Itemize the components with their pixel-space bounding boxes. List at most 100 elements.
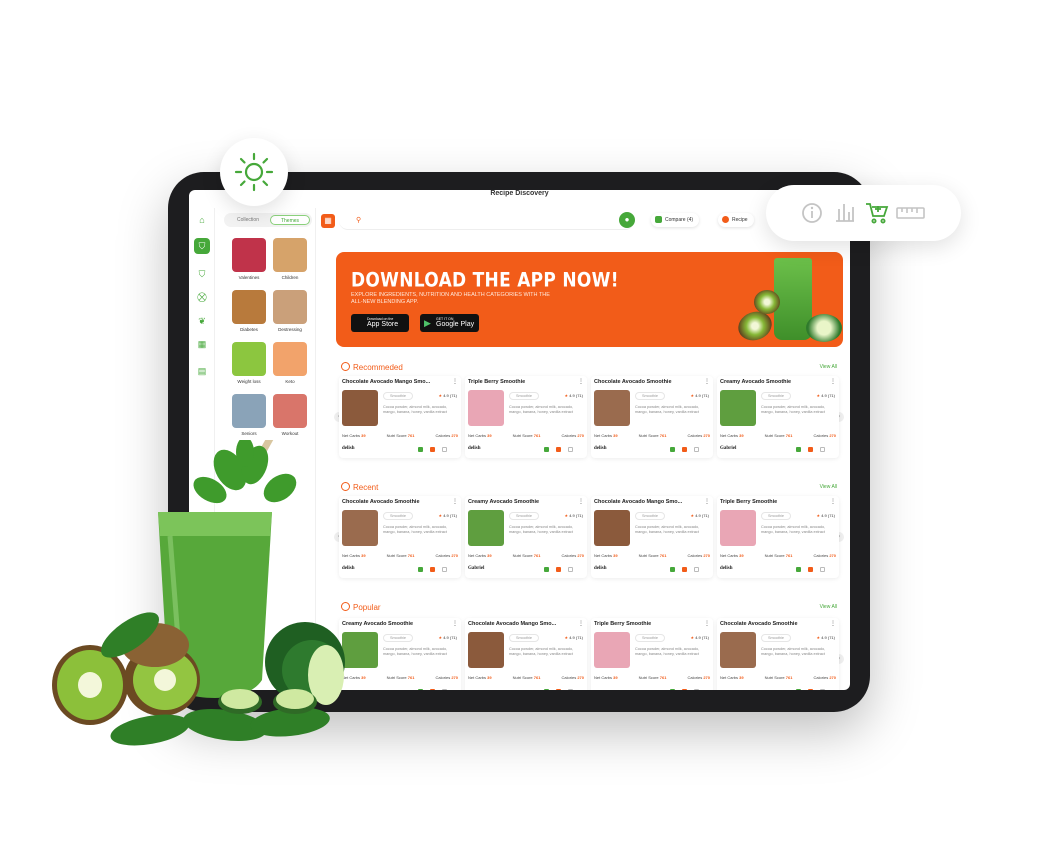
blend-icon[interactable]	[544, 689, 549, 690]
bookmark-icon[interactable]	[682, 447, 687, 452]
comment-icon[interactable]	[442, 689, 447, 690]
theme-card[interactable]: Weight loss	[232, 342, 266, 384]
comment-icon[interactable]	[568, 567, 573, 572]
theme-toggle-bubble[interactable]	[220, 138, 288, 206]
comment-icon[interactable]	[442, 447, 447, 452]
cart-icon[interactable]: ⛒	[196, 291, 208, 303]
blend-icon[interactable]	[796, 689, 801, 690]
recipe-button[interactable]: Recipe	[718, 213, 754, 227]
blend-icon[interactable]	[418, 689, 423, 690]
bookmark-icon[interactable]	[556, 447, 561, 452]
view-all-link[interactable]: View All	[820, 484, 837, 490]
net-carbs: Net Carbs 39	[468, 675, 492, 680]
comment-icon[interactable]	[694, 689, 699, 690]
blend-icon[interactable]	[418, 567, 423, 572]
bookmark-icon[interactable]	[682, 567, 687, 572]
more-menu-icon[interactable]: ⋮	[452, 378, 458, 385]
leaf-icon[interactable]: ❦	[196, 315, 208, 327]
star-icon: ★	[816, 635, 821, 640]
calories: Calories 270	[562, 553, 584, 558]
comment-icon[interactable]	[820, 689, 825, 690]
bookmark-icon[interactable]	[556, 689, 561, 690]
bookmark-icon[interactable]	[808, 447, 813, 452]
comment-icon[interactable]	[568, 447, 573, 452]
comment-icon[interactable]	[820, 447, 825, 452]
theme-card[interactable]: Workout	[273, 394, 307, 436]
more-menu-icon[interactable]: ⋮	[578, 378, 584, 385]
grid-icon[interactable]: ▦	[196, 338, 208, 350]
bookmark-icon[interactable]	[808, 689, 813, 690]
search-bar[interactable]: ⚲	[339, 212, 634, 230]
calendar-icon[interactable]: ▤	[196, 365, 208, 377]
recipe-card[interactable]: Creamy Avocado Smoothie ⋮ Smoothie ★ 4.9 (7…	[339, 618, 461, 690]
more-menu-icon[interactable]: ⋮	[830, 620, 836, 627]
view-all-link[interactable]: View All	[820, 604, 837, 610]
more-menu-icon[interactable]: ⋮	[704, 620, 710, 627]
recipe-card[interactable]: Chocolate Avocado Smoothie ⋮ Smoothie ★ 4.9…	[717, 618, 839, 690]
comment-icon[interactable]	[568, 689, 573, 690]
blend-icon[interactable]	[796, 567, 801, 572]
recipe-card[interactable]: Chocolate Avocado Smoothie ⋮ Smoothie ★ 4.9…	[339, 496, 461, 578]
theme-card[interactable]: Keto	[273, 342, 307, 384]
theme-card[interactable]: Destressing	[273, 290, 307, 332]
ruler-icon[interactable]	[896, 207, 925, 219]
net-carbs-value: 39	[361, 553, 366, 558]
tab-themes[interactable]: Themes	[270, 215, 310, 225]
blender-icon[interactable]: ⛉	[194, 238, 210, 254]
compare-button[interactable]: Compare (4)	[651, 213, 700, 227]
microphone-icon[interactable]: ●	[619, 212, 635, 228]
recipe-card[interactable]: Creamy Avocado Smoothie ⋮ Smoothie ★ 4.9 (7…	[717, 376, 839, 458]
recipe-card[interactable]: Chocolate Avocado Mango Smo... ⋮ Smoothie ★…	[339, 376, 461, 458]
more-menu-icon[interactable]: ⋮	[452, 498, 458, 505]
home-icon[interactable]: ⌂	[196, 214, 208, 226]
app-store-button[interactable]: Download on the App Store	[351, 314, 409, 332]
chart-icon[interactable]	[836, 204, 854, 222]
theme-card[interactable]: Diabetes	[232, 290, 266, 332]
bookmark-icon[interactable]	[430, 447, 435, 452]
recipe-card[interactable]: Chocolate Avocado Mango Smo... ⋮ Smoothie ★…	[591, 496, 713, 578]
comment-icon[interactable]	[820, 567, 825, 572]
recipe-card[interactable]: Chocolate Avocado Mango Smo... ⋮ Smoothie ★…	[465, 618, 587, 690]
recipe-card[interactable]: Triple Berry Smoothie ⋮ Smoothie ★ 4.9 (71)…	[591, 618, 713, 690]
blend-icon[interactable]	[544, 567, 549, 572]
category-tag: Smoothie	[383, 512, 413, 520]
blend-icon[interactable]	[670, 447, 675, 452]
blend-icon[interactable]	[670, 567, 675, 572]
more-menu-icon[interactable]: ⋮	[704, 498, 710, 505]
nutri-score-label: Nutri Score	[512, 675, 533, 680]
bookmark-icon[interactable]	[430, 567, 435, 572]
more-menu-icon[interactable]: ⋮	[578, 498, 584, 505]
more-menu-icon[interactable]: ⋮	[578, 620, 584, 627]
theme-card[interactable]: Children	[273, 238, 307, 280]
theme-card[interactable]: Seniors	[232, 394, 266, 436]
cart-plus-icon[interactable]	[866, 203, 889, 224]
blend-icon[interactable]	[670, 689, 675, 690]
bookmark-icon[interactable]	[808, 567, 813, 572]
comment-icon[interactable]	[442, 567, 447, 572]
tab-collection[interactable]: Collection	[226, 215, 270, 225]
recipe-card[interactable]: Triple Berry Smoothie ⋮ Smoothie ★ 4.9 (71)…	[465, 376, 587, 458]
blend-icon[interactable]	[418, 447, 423, 452]
bookmark-icon[interactable]	[430, 689, 435, 690]
recipe-card[interactable]: Chocolate Avocado Smoothie ⋮ Smoothie ★ 4.9…	[591, 376, 713, 458]
view-all-link[interactable]: View All	[820, 364, 837, 370]
blend-icon[interactable]	[796, 447, 801, 452]
bookmark-icon[interactable]	[682, 689, 687, 690]
more-menu-icon[interactable]: ⋮	[830, 498, 836, 505]
ingredients-text: Cocoa powder, almond milk, avocado, mang…	[509, 525, 574, 534]
blend-icon[interactable]	[544, 447, 549, 452]
bookmark-icon[interactable]	[556, 567, 561, 572]
blender2-icon[interactable]: ⛉	[196, 268, 208, 280]
comment-icon[interactable]	[694, 567, 699, 572]
recipe-card[interactable]: Creamy Avocado Smoothie ⋮ Smoothie ★ 4.9 (7…	[465, 496, 587, 578]
grid-view-button[interactable]: ▦	[321, 214, 335, 228]
more-menu-icon[interactable]: ⋮	[704, 378, 710, 385]
google-play-button[interactable]: ▶ GET IT ON Google Play	[420, 314, 479, 332]
theme-card[interactable]: Valentines	[232, 238, 266, 280]
calories: Calories 270	[688, 433, 710, 438]
more-menu-icon[interactable]: ⋮	[830, 378, 836, 385]
more-menu-icon[interactable]: ⋮	[452, 620, 458, 627]
comment-icon[interactable]	[694, 447, 699, 452]
info-icon[interactable]	[802, 203, 822, 223]
recipe-card[interactable]: Triple Berry Smoothie ⋮ Smoothie ★ 4.9 (71)…	[717, 496, 839, 578]
